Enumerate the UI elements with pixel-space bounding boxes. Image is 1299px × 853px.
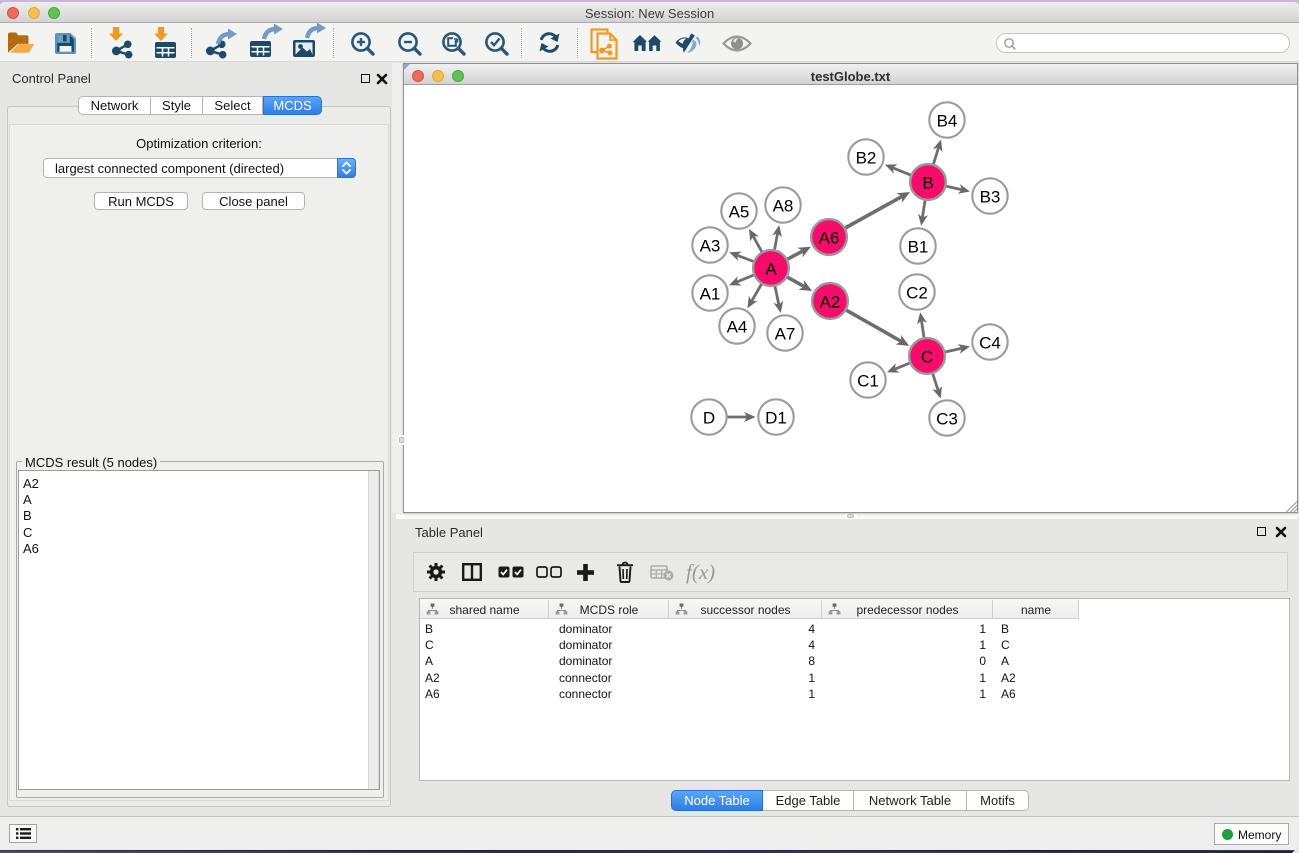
svg-text:A3: A3 xyxy=(700,237,721,256)
svg-text:A4: A4 xyxy=(727,318,748,337)
svg-text:C2: C2 xyxy=(906,284,928,303)
svg-text:B3: B3 xyxy=(980,188,1001,207)
svg-text:A: A xyxy=(765,260,777,279)
svg-text:A6: A6 xyxy=(819,229,840,248)
svg-text:A5: A5 xyxy=(729,203,750,222)
svg-text:D: D xyxy=(703,409,715,428)
svg-text:B4: B4 xyxy=(937,112,958,131)
svg-text:B: B xyxy=(922,174,933,193)
svg-text:A1: A1 xyxy=(700,285,721,304)
svg-text:B2: B2 xyxy=(856,149,877,168)
svg-text:D1: D1 xyxy=(765,409,787,428)
svg-text:C: C xyxy=(921,348,933,367)
svg-text:C1: C1 xyxy=(857,372,879,391)
svg-text:A7: A7 xyxy=(775,325,796,344)
svg-text:B1: B1 xyxy=(908,238,929,257)
svg-text:A8: A8 xyxy=(773,197,794,216)
svg-text:C4: C4 xyxy=(979,334,1001,353)
svg-text:C3: C3 xyxy=(936,410,958,429)
svg-text:A2: A2 xyxy=(820,293,841,312)
